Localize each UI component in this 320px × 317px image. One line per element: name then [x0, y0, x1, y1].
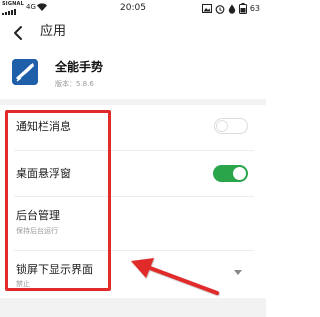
chevron-down-icon[interactable] — [234, 270, 242, 275]
back-button[interactable] — [8, 22, 30, 44]
battery-icon — [238, 3, 247, 14]
notification-toggle[interactable] — [214, 118, 248, 134]
app-version: 版本：5.8.6 — [55, 80, 94, 88]
battery-percent: 63 — [249, 3, 260, 13]
status-right-group: 63 — [201, 3, 260, 14]
annotation-highlight-box — [5, 110, 111, 291]
app-name: 全能手势 — [55, 60, 104, 74]
app-logo-icon — [12, 59, 38, 85]
back-arrow-icon — [14, 26, 22, 40]
toggle-knob — [216, 120, 228, 132]
floating-window-toggle[interactable] — [213, 165, 248, 182]
toggle-knob — [233, 167, 246, 180]
photo-icon — [201, 4, 212, 13]
drop-icon — [228, 4, 236, 14]
page-title: 应用 — [40, 24, 67, 39]
bottom-area — [0, 298, 266, 317]
alarm-icon — [215, 4, 225, 14]
status-bar: SIGNAL 4G 20:05 63 — [0, 0, 266, 18]
